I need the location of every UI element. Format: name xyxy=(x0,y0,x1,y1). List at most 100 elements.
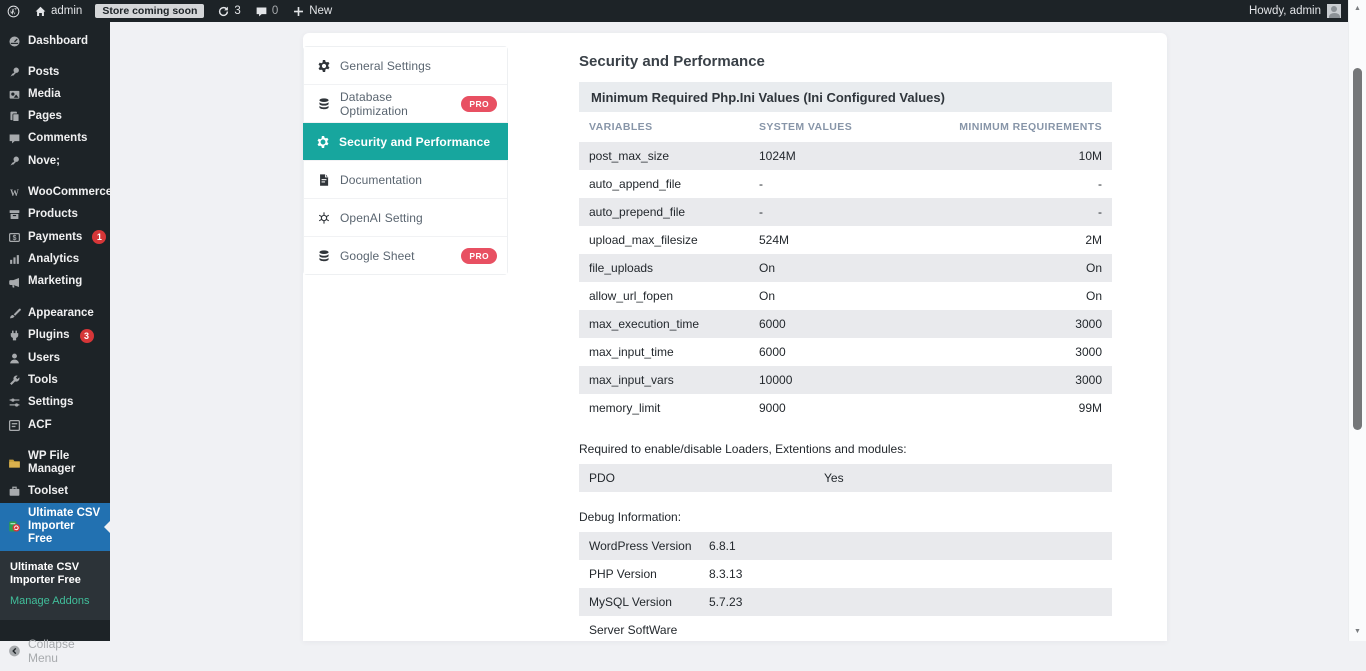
sidebar-item-marketing[interactable]: Marketing xyxy=(0,271,110,293)
sidebar-item-acf[interactable]: ACF xyxy=(0,414,110,436)
toolset-icon xyxy=(8,485,21,498)
loader-name: PDO xyxy=(589,471,824,485)
pin-icon xyxy=(8,66,21,79)
account-menu[interactable]: Howdy, admin xyxy=(1249,4,1349,18)
sidebar-item-label: Marketing xyxy=(28,275,82,288)
sidebar-menu: Dashboard Posts MediaPages Comments Nove; W Wo… xyxy=(0,22,110,551)
system-value: 1024M xyxy=(759,149,901,163)
sidebar-item-label: Dashboard xyxy=(28,35,88,48)
woo-icon: W xyxy=(8,186,21,199)
scrollbar-thumb[interactable] xyxy=(1353,68,1362,430)
table-row-auto-append-file: auto_append_file-- xyxy=(579,170,1112,198)
submenu-item-manage-addons[interactable]: Manage Addons xyxy=(0,591,110,611)
table-row-server-software: Server SoftWare xyxy=(579,616,1112,644)
tab-label: Documentation xyxy=(340,173,422,187)
database-icon xyxy=(317,249,331,263)
sidebar-item-label: Tools xyxy=(28,374,58,387)
system-value: - xyxy=(759,177,901,191)
minimum-requirement: On xyxy=(901,261,1102,275)
tab-label: Google Sheet xyxy=(340,249,415,263)
sidebar-item-appearance[interactable]: Appearance xyxy=(0,302,110,324)
scrollbar-down-arrow[interactable]: ▼ xyxy=(1349,627,1366,637)
new-label: New xyxy=(309,5,332,17)
table-row-pdo: PDOYes xyxy=(579,464,1112,492)
system-value: 6000 xyxy=(759,345,901,359)
updates-menu[interactable]: 3 xyxy=(210,0,247,22)
tab-general-settings[interactable]: General Settings xyxy=(304,47,507,85)
updates-count: 3 xyxy=(234,5,240,17)
plugin-submenu: Ultimate CSV Importer Free Manage Addons xyxy=(0,551,110,621)
sidebar-item-ultimate-csv-importer-free[interactable]: Ultimate CSV Importer Free xyxy=(0,503,110,551)
tab-documentation[interactable]: Documentation xyxy=(304,161,507,199)
sidebar-item-label: WooCommerce xyxy=(28,186,112,199)
variable-name: upload_max_filesize xyxy=(589,233,759,247)
minimum-requirement: 3000 xyxy=(901,317,1102,331)
sidebar-item-label: Posts xyxy=(28,66,59,79)
sidebar-item-woocommerce[interactable]: W WooCommerce xyxy=(0,181,110,203)
avatar xyxy=(1327,4,1341,18)
notification-count-badge: 3 xyxy=(80,329,94,343)
tab-database-optimization[interactable]: Database OptimizationPRO xyxy=(304,85,507,123)
table-row-post-max-size: post_max_size1024M10M xyxy=(579,142,1112,170)
wordpress-logo-menu[interactable] xyxy=(0,0,27,22)
sidebar-item-comments[interactable]: Comments xyxy=(0,128,110,150)
sidebar-item-tools[interactable]: Tools xyxy=(0,370,110,392)
tab-label: Security and Performance xyxy=(339,135,490,149)
sidebar-item-toolset[interactable]: Toolset xyxy=(0,481,110,503)
sidebar-item-nove[interactable]: Nove; xyxy=(0,150,110,172)
sidebar-item-dashboard[interactable]: Dashboard xyxy=(0,30,110,52)
tab-security-and-performance[interactable]: Security and Performance xyxy=(303,123,508,161)
products-icon xyxy=(8,208,21,221)
sidebar-item-label: Nove; xyxy=(28,155,60,168)
page-title: Security and Performance xyxy=(579,54,1112,70)
scrollbar-up-arrow[interactable]: ▲ xyxy=(1349,4,1366,14)
new-content-menu[interactable]: New xyxy=(285,0,339,22)
database-icon xyxy=(317,97,331,111)
sidebar-item-products[interactable]: Products xyxy=(0,204,110,226)
loaders-table: PDOYes xyxy=(579,464,1112,492)
sidebar-item-wp-file-manager[interactable]: WP File Manager xyxy=(0,445,110,480)
system-value: 6000 xyxy=(759,317,901,331)
system-value: 10000 xyxy=(759,373,901,387)
submenu-item-ultimate-csv-importer-free[interactable]: Ultimate CSV Importer Free xyxy=(0,558,110,592)
minimum-requirement: 2M xyxy=(901,233,1102,247)
sidebar-item-payments[interactable]: $Payments1 xyxy=(0,226,110,249)
sidebar-item-label: Comments xyxy=(28,132,87,145)
sidebar-item-pages[interactable]: Pages xyxy=(0,106,110,128)
table-row-wordpress-version: WordPress Version6.8.1 xyxy=(579,532,1112,560)
wordpress-logo-icon xyxy=(7,5,20,18)
appearance-icon xyxy=(8,307,21,320)
site-name-menu[interactable]: admin xyxy=(27,0,89,22)
sidebar-item-label: Users xyxy=(28,352,60,365)
debug-value: 8.3.13 xyxy=(709,567,1102,581)
sidebar-item-analytics[interactable]: Analytics xyxy=(0,249,110,271)
collapse-menu-button[interactable]: Collapse Menu xyxy=(0,631,110,671)
variable-name: max_input_vars xyxy=(589,373,759,387)
browser-scrollbar[interactable]: ▲ ▼ xyxy=(1348,0,1366,641)
sidebar-item-media[interactable]: Media xyxy=(0,83,110,105)
debug-value: 6.8.1 xyxy=(709,539,1102,553)
loaders-label: Required to enable/disable Loaders, Exte… xyxy=(579,442,1112,457)
table-row-file-uploads: file_uploadsOnOn xyxy=(579,254,1112,282)
section-header: Minimum Required Php.Ini Values (Ini Con… xyxy=(579,82,1112,112)
coming-soon-badge[interactable]: Store coming soon xyxy=(95,4,204,18)
folder-icon xyxy=(8,457,21,470)
sidebar-item-plugins[interactable]: Plugins3 xyxy=(0,324,110,347)
tab-google-sheet[interactable]: Google SheetPRO xyxy=(304,237,507,274)
acf-icon xyxy=(8,419,21,432)
column-header-minimum-requirements: MINIMUM REQUIREMENTS xyxy=(901,121,1102,133)
sidebar-item-settings[interactable]: Settings xyxy=(0,392,110,414)
sidebar-item-users[interactable]: Users xyxy=(0,347,110,369)
comments-menu[interactable]: 0 xyxy=(248,0,285,22)
debug-name: MySQL Version xyxy=(589,595,709,609)
debug-label: Debug Information: xyxy=(579,510,1112,525)
sidebar-item-label: Analytics xyxy=(28,253,79,266)
sidebar-item-posts[interactable]: Posts xyxy=(0,61,110,83)
tab-openai-setting[interactable]: OpenAI Setting xyxy=(304,199,507,237)
system-value: On xyxy=(759,261,901,275)
php-ini-table: post_max_size1024M10Mauto_append_file--a… xyxy=(579,142,1112,422)
admin-top-bar: admin Store coming soon 3 0 New Howdy, a… xyxy=(0,0,1349,22)
sidebar-item-label: Products xyxy=(28,208,78,221)
debug-name: PHP Version xyxy=(589,567,709,581)
minimum-requirement: 10M xyxy=(901,149,1102,163)
